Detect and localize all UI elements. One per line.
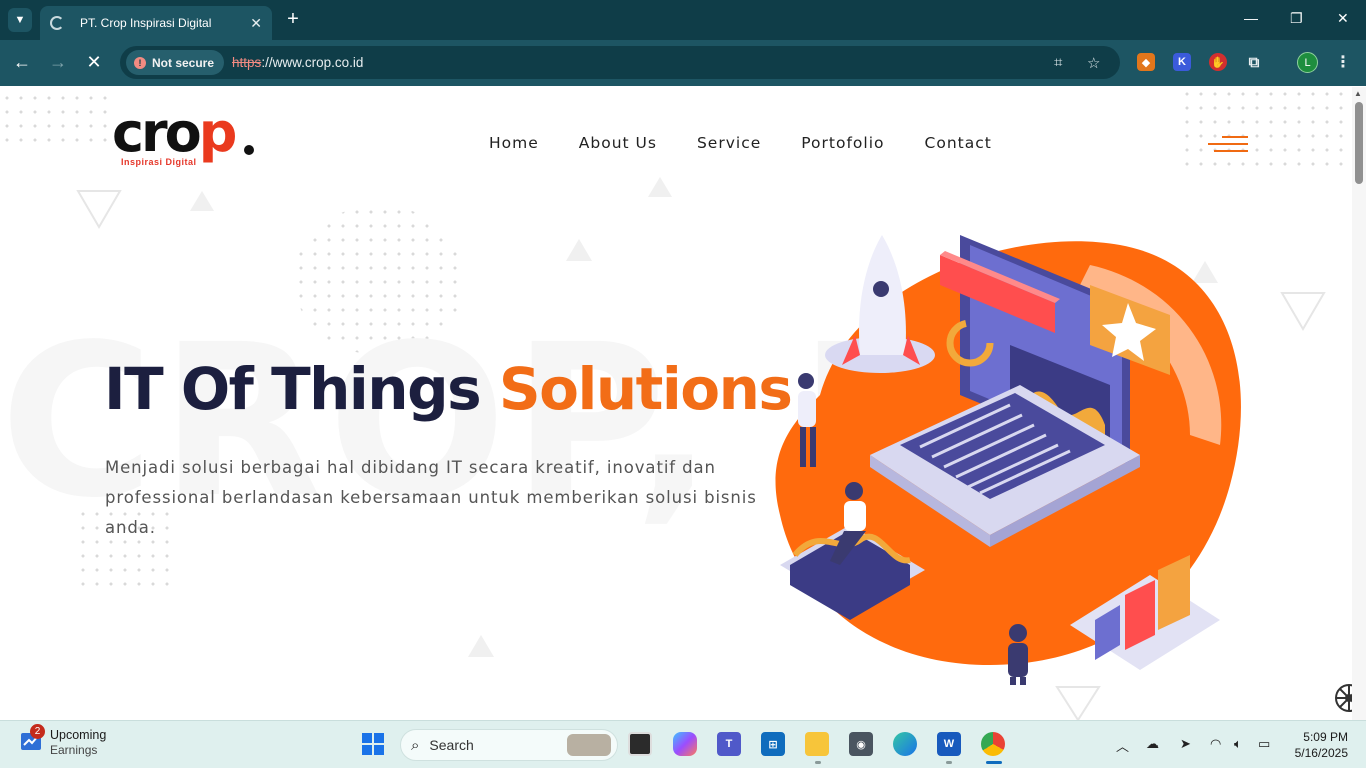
hero-illustration — [775, 235, 1241, 685]
battery-icon[interactable]: ▭ — [1258, 736, 1270, 752]
omnibox[interactable]: ! Not secure https://www.crop.co.id ⌗ ☆ — [120, 46, 1120, 79]
crop-logo[interactable]: crop Inspirasi Digital — [112, 101, 262, 175]
hero-title: IT Of Things Solutions — [104, 355, 793, 423]
word-icon[interactable]: W — [937, 732, 961, 756]
url-text[interactable]: https://www.crop.co.id — [232, 55, 363, 70]
tab-search-chevron-icon[interactable]: ▼ — [8, 8, 32, 32]
clock-date: 5/16/2025 — [1294, 746, 1348, 760]
windows-start-icon[interactable] — [361, 732, 385, 756]
volume-icon[interactable]: 🔈︎ — [1234, 736, 1242, 752]
back-arrow-icon[interactable]: ← — [10, 52, 34, 73]
onedrive-offline-icon[interactable]: ☁ — [1146, 736, 1159, 752]
news-widget[interactable]: 2 Upcoming Earnings — [20, 724, 107, 757]
hamburger-menu-icon[interactable] — [1204, 136, 1248, 157]
word-running-indicator — [946, 761, 952, 764]
teams-icon[interactable]: T — [717, 732, 741, 756]
scroll-up-arrow-icon[interactable]: ▲ — [1354, 89, 1362, 98]
loading-spinner-icon — [50, 16, 64, 30]
browser-tab-active[interactable]: PT. Crop Inspirasi Digital ✕ — [40, 6, 272, 40]
metamask-extension-icon[interactable]: ◆ — [1137, 53, 1155, 71]
url-host: ://www.crop.co.id — [261, 55, 364, 70]
minimize-icon[interactable]: — — [1244, 10, 1258, 26]
main-navigation: Home About Us Service Portofolio Contact — [489, 134, 1032, 152]
accessibility-widget-icon[interactable] — [1334, 683, 1352, 713]
nav-link-portofolio[interactable]: Portofolio — [801, 134, 884, 152]
profile-avatar[interactable]: L — [1297, 52, 1318, 73]
nav-link-contact[interactable]: Contact — [925, 134, 992, 152]
taskbar-search-box[interactable]: ⌕ Search — [400, 729, 618, 761]
windows-taskbar: 2 Upcoming Earnings ⌕ Search T ⊞ ◉ W ︿ ☁… — [0, 720, 1366, 768]
stop-loading-icon[interactable]: ✕ — [82, 52, 106, 73]
file-explorer-icon[interactable] — [805, 732, 829, 756]
microsoft-store-icon[interactable]: ⊞ — [761, 732, 785, 756]
new-tab-button[interactable]: + — [282, 8, 304, 30]
logo-dot — [244, 145, 254, 155]
hero-title-dark: IT Of Things — [104, 355, 482, 423]
edge-browser-icon[interactable] — [893, 732, 917, 756]
bookmark-star-icon[interactable]: ☆ — [1087, 54, 1100, 72]
tab-close-icon[interactable]: ✕ — [250, 15, 262, 32]
search-label: Search — [429, 737, 474, 753]
location-arrow-icon[interactable]: ➤ — [1180, 736, 1191, 752]
tray-overflow-chevron-icon[interactable]: ︿ — [1116, 736, 1129, 755]
stocks-chart-icon: 2 — [20, 724, 45, 752]
tab-title: PT. Crop Inspirasi Digital — [80, 16, 212, 30]
k-extension-icon[interactable]: K — [1173, 53, 1191, 71]
nav-link-service[interactable]: Service — [697, 134, 761, 152]
security-label: Not secure — [152, 55, 215, 70]
logo-tagline: Inspirasi Digital — [121, 157, 197, 167]
adblock-extension-icon[interactable]: ✋ — [1209, 53, 1227, 71]
search-highlight-elephant-icon — [567, 734, 611, 756]
browser-titlebar: ▼ PT. Crop Inspirasi Digital ✕ + — ❐ ✕ — [0, 0, 1366, 40]
search-icon: ⌕ — [411, 736, 420, 754]
task-view-icon[interactable] — [628, 732, 652, 756]
widget-line-2: Earnings — [50, 743, 98, 757]
browser-toolbar: ← → ✕ ! Not secure https://www.crop.co.i… — [0, 40, 1366, 86]
logo-wordmark: crop — [112, 101, 237, 164]
copilot-icon[interactable] — [673, 732, 697, 756]
webpage-viewport: CROP, PT crop Inspirasi Digital Home Abo… — [0, 87, 1352, 720]
chrome-active-indicator — [986, 761, 1002, 764]
camera-icon[interactable]: ◉ — [849, 732, 873, 756]
warning-icon: ! — [134, 56, 146, 69]
explorer-running-indicator — [815, 761, 821, 764]
restore-icon[interactable]: ❐ — [1290, 10, 1303, 27]
kebab-menu-icon[interactable]: ⋮ — [1334, 53, 1352, 71]
hero-description: Menjadi solusi berbagai hal dibidang IT … — [105, 458, 757, 537]
page-scrollbar[interactable]: ▲ — [1352, 87, 1366, 720]
nav-link-about-us[interactable]: About Us — [579, 134, 657, 152]
scrollbar-thumb[interactable] — [1355, 102, 1363, 184]
security-chip[interactable]: ! Not secure — [126, 50, 225, 75]
nav-link-home[interactable]: Home — [489, 134, 539, 152]
url-scheme: https — [232, 55, 262, 70]
widget-line-1: Upcoming — [50, 728, 107, 742]
clock-time: 5:09 PM — [1303, 730, 1348, 744]
wifi-icon[interactable]: ◠ — [1210, 736, 1221, 752]
hero-title-accent: Solutions — [498, 355, 793, 423]
extensions-puzzle-icon[interactable]: ⧉ — [1245, 53, 1263, 71]
forward-arrow-icon[interactable]: → — [46, 52, 70, 73]
chrome-icon[interactable] — [981, 732, 1005, 756]
translate-icon[interactable]: ⌗ — [1054, 54, 1062, 71]
notification-badge: 2 — [30, 724, 45, 739]
system-clock[interactable]: 5:09 PM 5/16/2025 — [1290, 729, 1348, 761]
window-close-icon[interactable]: ✕ — [1337, 10, 1349, 27]
